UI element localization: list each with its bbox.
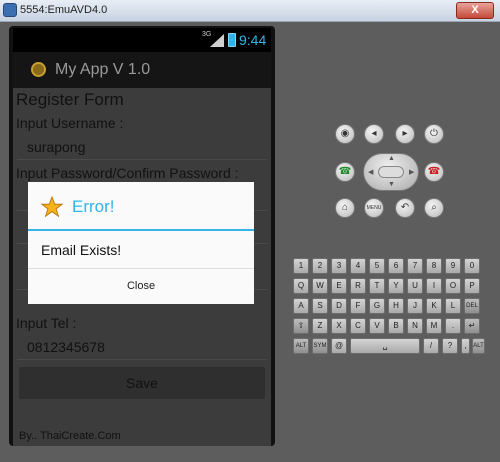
key-a[interactable]: A xyxy=(293,298,309,314)
key-alt-left[interactable]: ALT xyxy=(293,338,309,354)
action-bar: My App V 1.0 xyxy=(13,52,271,88)
key-sym[interactable]: SYM xyxy=(312,338,328,354)
key-at[interactable]: @ xyxy=(331,338,347,354)
key-i[interactable]: I xyxy=(426,278,442,294)
form-title: Register Form xyxy=(16,90,124,109)
key-p[interactable]: P xyxy=(464,278,480,294)
dpad-left-icon[interactable]: ◀ xyxy=(368,168,373,176)
status-bar: 3G 9:44 xyxy=(13,28,271,52)
window-titlebar: 5554:EmuAVD4.0 X xyxy=(0,0,500,22)
back-button[interactable]: ↶ xyxy=(395,198,415,218)
username-value: surapong xyxy=(27,139,86,155)
key-4[interactable]: 4 xyxy=(350,258,366,274)
key-l[interactable]: L xyxy=(445,298,461,314)
tel-value: 0812345678 xyxy=(27,339,105,355)
dialog-message: Email Exists! xyxy=(41,242,122,258)
key-9[interactable]: 9 xyxy=(445,258,461,274)
key-h[interactable]: H xyxy=(388,298,404,314)
phone-screen: 3G 9:44 My App V 1.0 Register Form Input… xyxy=(13,28,271,446)
footer-credit: By.. ThaiCreate.Com xyxy=(19,430,121,442)
dpad-center-button[interactable] xyxy=(378,166,404,178)
menu-button[interactable]: MENU xyxy=(364,198,384,218)
key-r[interactable]: R xyxy=(350,278,366,294)
key-question[interactable]: ? xyxy=(442,338,458,354)
key-shift[interactable]: ⇧ xyxy=(293,318,309,334)
dialog-title: Error! xyxy=(72,197,115,216)
dpad-down-icon[interactable]: ▼ xyxy=(388,181,395,188)
key-b[interactable]: B xyxy=(388,318,404,334)
key-comma[interactable]: , xyxy=(461,338,470,354)
dialog-divider xyxy=(28,229,254,231)
window-close-button[interactable]: X xyxy=(456,2,494,19)
status-time: 9:44 xyxy=(239,32,267,48)
key-slash[interactable]: / xyxy=(423,338,439,354)
username-label: Input Username : xyxy=(16,115,124,131)
key-n[interactable]: N xyxy=(407,318,423,334)
key-k[interactable]: K xyxy=(426,298,442,314)
key-y[interactable]: Y xyxy=(388,278,404,294)
key-space[interactable]: ␣ xyxy=(350,338,420,354)
power-button[interactable]: ⏻ xyxy=(424,124,444,144)
footer: By.. ThaiCreate.Com xyxy=(13,428,271,446)
camera-button[interactable]: ◉ xyxy=(335,124,355,144)
save-button[interactable]: Save xyxy=(19,367,265,399)
call-button[interactable]: ☎ xyxy=(335,162,355,182)
username-field[interactable]: surapong xyxy=(17,132,267,160)
key-u[interactable]: U xyxy=(407,278,423,294)
volume-up-button[interactable]: ▸ xyxy=(395,124,415,144)
volume-down-button[interactable]: ◂ xyxy=(364,124,384,144)
key-del[interactable]: DEL xyxy=(464,298,480,314)
key-period[interactable]: . xyxy=(445,318,461,334)
key-v[interactable]: V xyxy=(369,318,385,334)
password-label: Input Password/Confirm Password : xyxy=(16,165,239,181)
dpad[interactable]: ▲ ▼ ◀ ▶ xyxy=(363,153,419,191)
key-8[interactable]: 8 xyxy=(426,258,442,274)
key-alt-right[interactable]: ALT xyxy=(472,338,485,354)
key-5[interactable]: 5 xyxy=(369,258,385,274)
tel-label: Input Tel : xyxy=(16,315,77,331)
key-e[interactable]: E xyxy=(331,278,347,294)
dialog-close-button[interactable]: Close xyxy=(28,269,254,304)
signal-icon xyxy=(210,34,224,47)
error-dialog: Error! Email Exists! Close xyxy=(28,182,254,304)
key-2[interactable]: 2 xyxy=(312,258,328,274)
key-x[interactable]: X xyxy=(331,318,347,334)
key-w[interactable]: W xyxy=(312,278,328,294)
key-0[interactable]: 0 xyxy=(464,258,480,274)
key-1[interactable]: 1 xyxy=(293,258,309,274)
tel-field[interactable]: 0812345678 xyxy=(17,332,267,360)
end-call-button[interactable]: ☎ xyxy=(424,162,444,182)
key-f[interactable]: F xyxy=(350,298,366,314)
key-d[interactable]: D xyxy=(331,298,347,314)
home-button[interactable]: ⌂ xyxy=(335,198,355,218)
key-7[interactable]: 7 xyxy=(407,258,423,274)
key-o[interactable]: O xyxy=(445,278,461,294)
key-3[interactable]: 3 xyxy=(331,258,347,274)
dpad-right-icon[interactable]: ▶ xyxy=(409,168,414,176)
star-icon xyxy=(41,196,63,218)
key-z[interactable]: Z xyxy=(312,318,328,334)
app-icon xyxy=(3,3,17,17)
app-logo-icon xyxy=(31,62,46,77)
battery-icon xyxy=(228,33,236,47)
app-title: My App V 1.0 xyxy=(55,61,151,78)
window-title: 5554:EmuAVD4.0 xyxy=(20,4,108,16)
key-m[interactable]: M xyxy=(426,318,442,334)
key-6[interactable]: 6 xyxy=(388,258,404,274)
key-g[interactable]: G xyxy=(369,298,385,314)
dpad-up-icon[interactable]: ▲ xyxy=(388,155,395,162)
key-t[interactable]: T xyxy=(369,278,385,294)
key-s[interactable]: S xyxy=(312,298,328,314)
key-c[interactable]: C xyxy=(350,318,366,334)
key-enter[interactable]: ↵ xyxy=(464,318,480,334)
search-button[interactable]: ⌕ xyxy=(424,198,444,218)
key-j[interactable]: J xyxy=(407,298,423,314)
key-q[interactable]: Q xyxy=(293,278,309,294)
